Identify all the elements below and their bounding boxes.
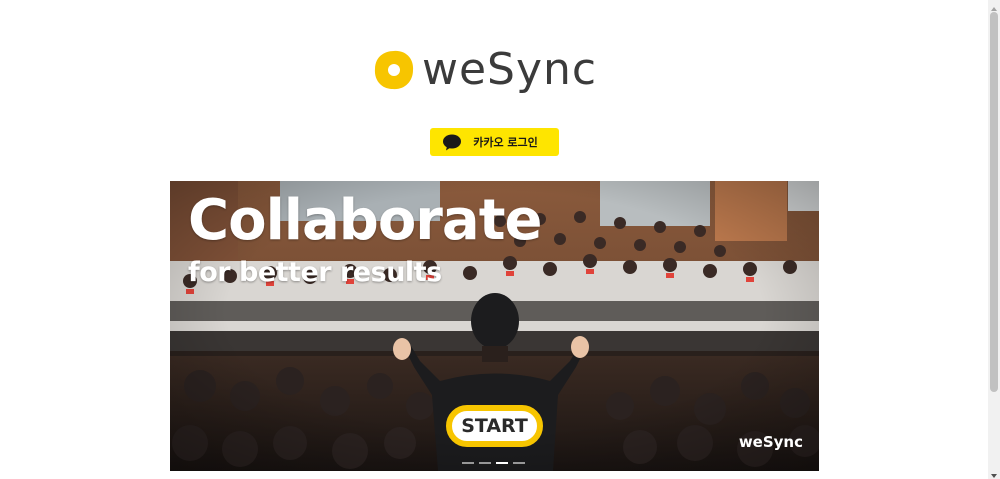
kakao-login-button[interactable]: 카카오 로그인 — [430, 128, 559, 156]
page: weSync 카카오 로그인 Collaborate for better re… — [0, 0, 988, 479]
carousel-indicators — [462, 462, 525, 464]
logo-mark-icon — [372, 48, 416, 92]
arrow-down-icon[interactable] — [988, 467, 1000, 479]
hero-banner: Collaborate for better results START weS… — [170, 181, 819, 471]
kakao-login-label: 카카오 로그인 — [473, 136, 538, 149]
hero-watermark: weSync — [738, 433, 803, 451]
carousel-dot[interactable] — [513, 462, 525, 464]
carousel-dot[interactable] — [479, 462, 491, 464]
scrollbar[interactable] — [988, 0, 1000, 479]
hero-subtitle: for better results — [188, 257, 442, 288]
hero-title: Collaborate — [188, 188, 542, 253]
logo[interactable]: weSync — [372, 36, 622, 104]
arrow-up-icon[interactable] — [988, 0, 1000, 12]
carousel-dot-active[interactable] — [496, 462, 508, 464]
logo-text: weSync — [422, 44, 598, 95]
scrollbar-thumb[interactable] — [990, 12, 998, 392]
start-button[interactable]: START — [446, 405, 543, 447]
carousel-dot[interactable] — [462, 462, 474, 464]
